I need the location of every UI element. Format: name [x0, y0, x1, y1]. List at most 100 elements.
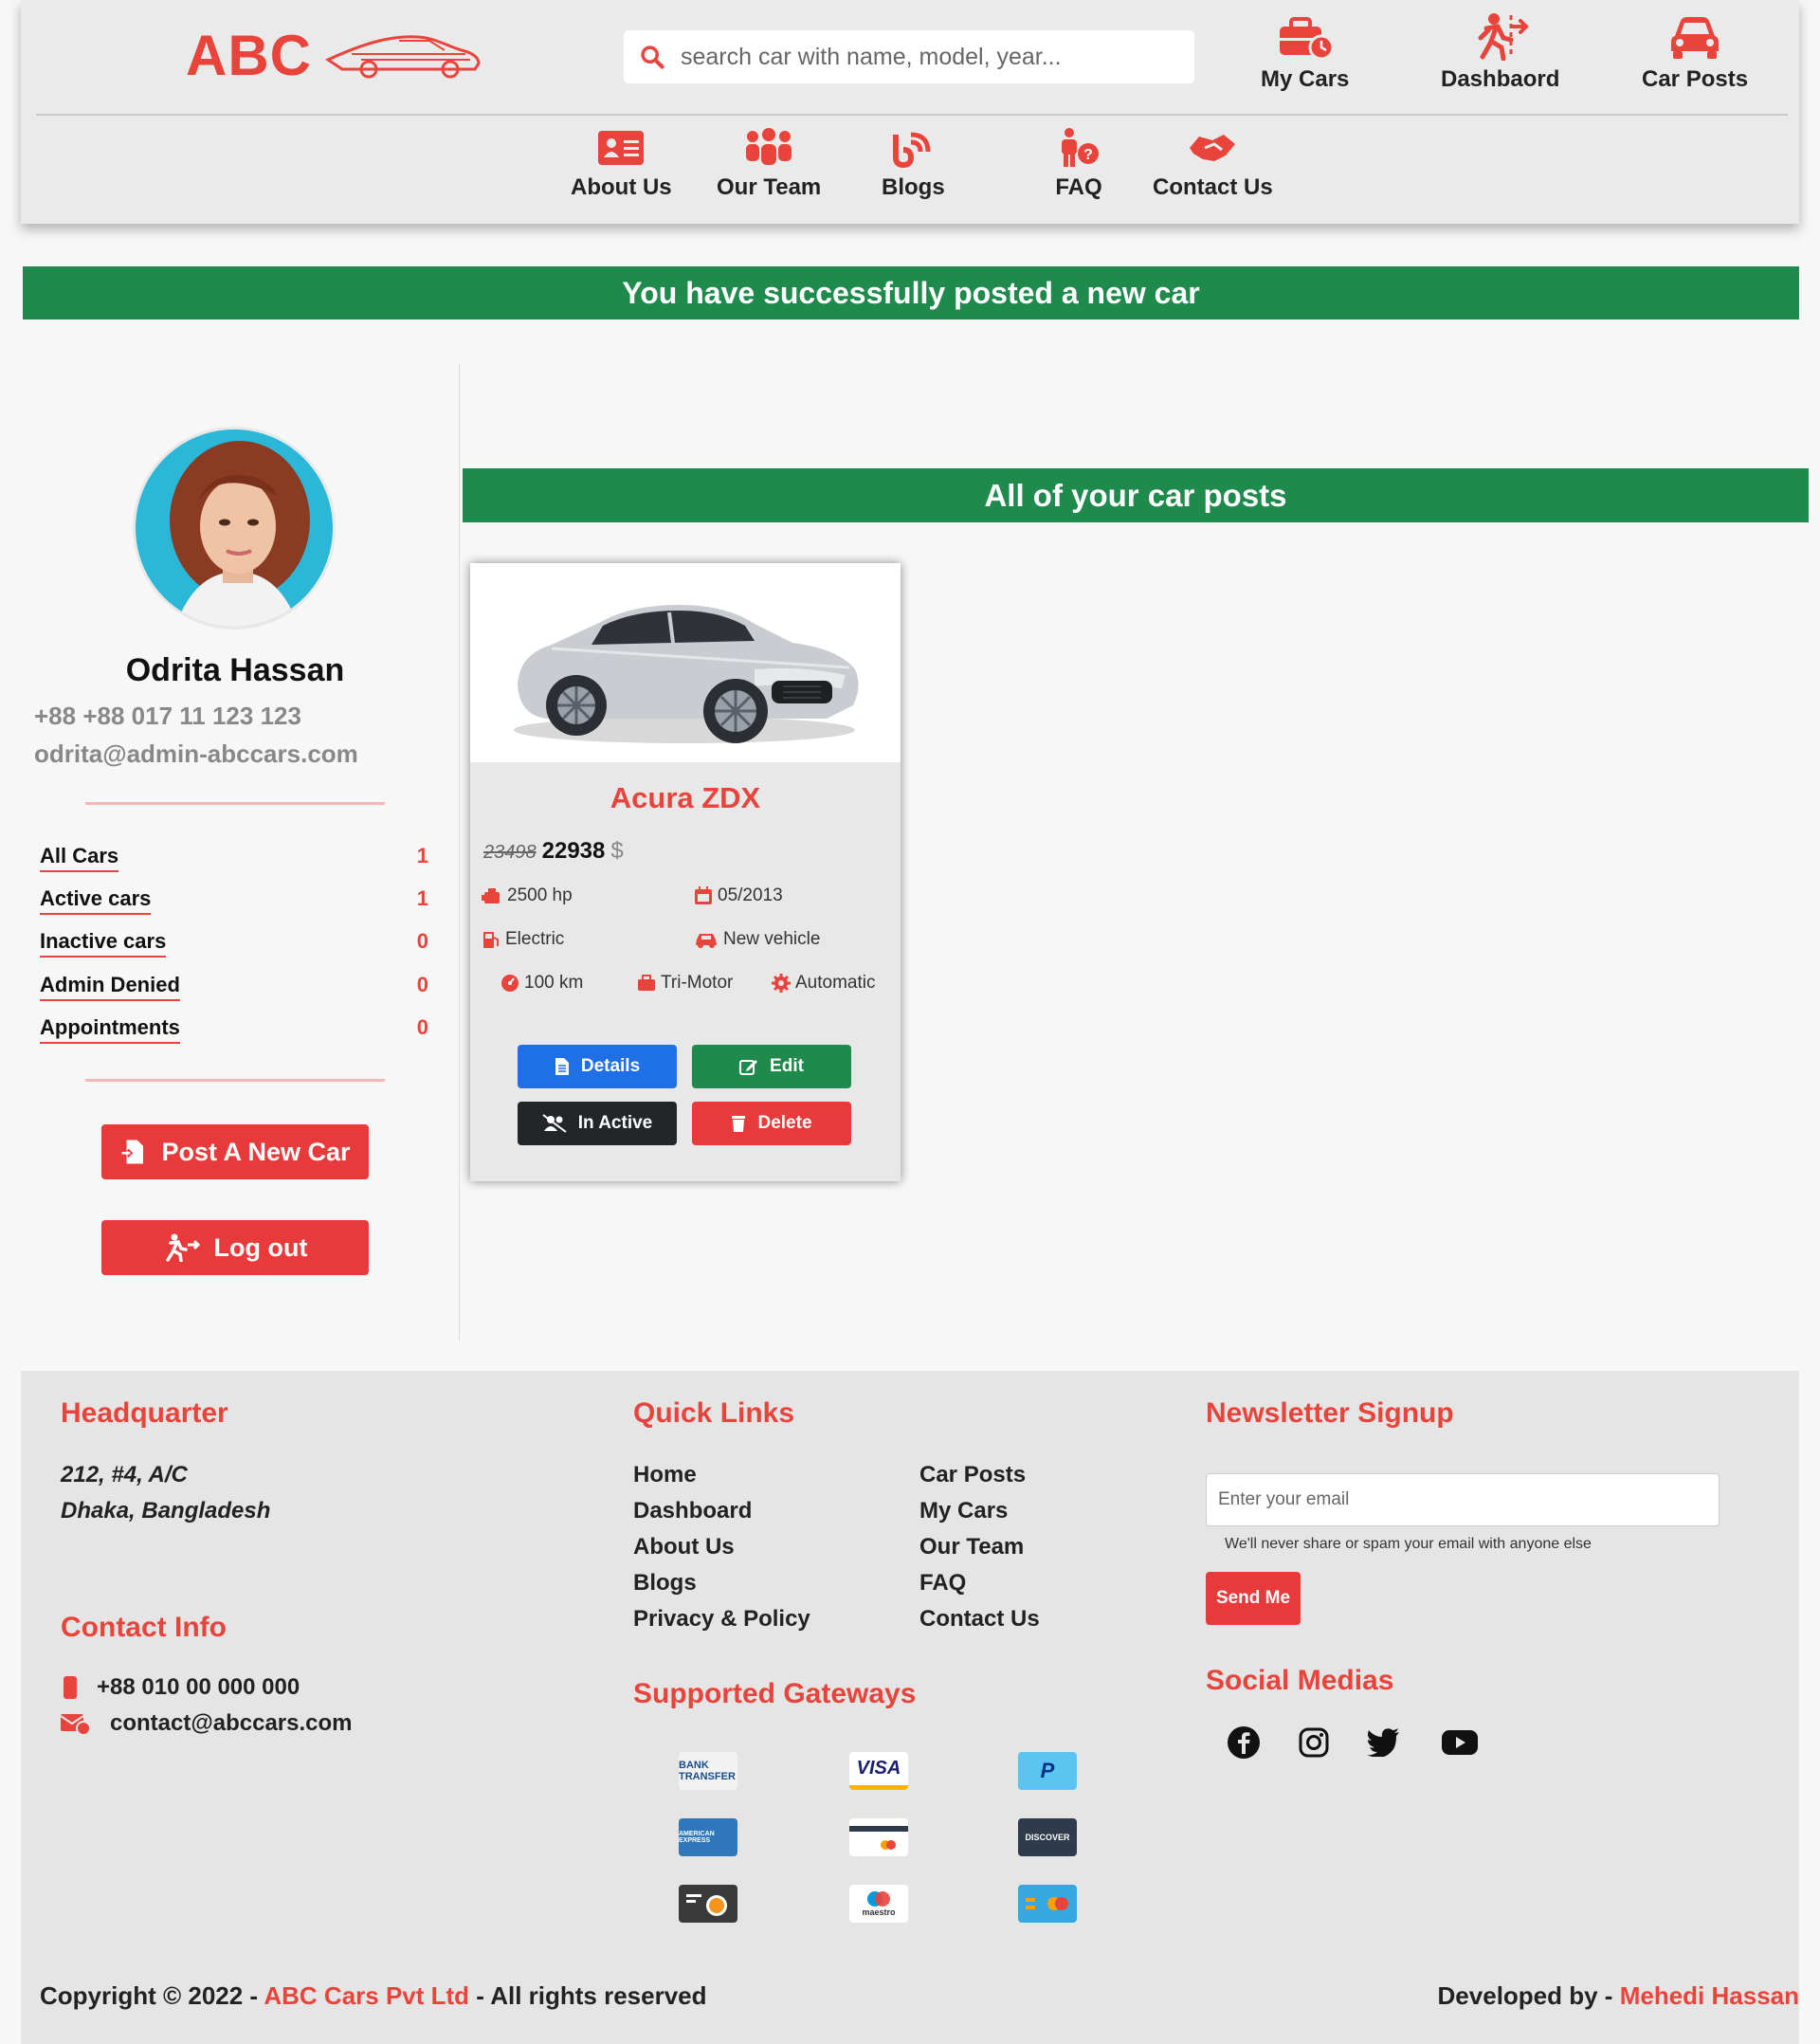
nav-label: FAQ: [1055, 174, 1102, 200]
car-title[interactable]: Acura ZDX: [470, 781, 901, 815]
person-exit-icon: [1478, 13, 1529, 61]
posts-banner: All of your car posts: [463, 468, 1809, 522]
mastercard-icon: [1018, 1885, 1077, 1923]
nav-contact-us[interactable]: Contact Us: [1153, 127, 1273, 201]
inactive-button[interactable]: In Active: [518, 1102, 677, 1145]
twitter-icon[interactable]: [1365, 1724, 1403, 1761]
spec-date: 05/2013: [694, 885, 783, 906]
handshake-icon: [1190, 135, 1236, 161]
footer-link-privacy[interactable]: Privacy & Policy: [633, 1606, 810, 1633]
nav-car-posts[interactable]: Car Posts: [1642, 11, 1748, 93]
quick-links-heading: Quick Links: [633, 1397, 795, 1429]
profile-phone: +88 +88 017 11 123 123: [34, 702, 301, 730]
logo-text: ABC: [186, 24, 312, 87]
contact-phone: +88 010 00 000 000: [61, 1674, 300, 1701]
spec-value: 100 km: [524, 973, 584, 993]
stat-row-all-cars: All Cars 1: [40, 844, 428, 872]
spec-value: 05/2013: [718, 885, 783, 905]
users-slash-icon: [542, 1114, 567, 1133]
nav-label: Dashbaord: [1441, 66, 1560, 92]
spec-value: Electric: [505, 929, 565, 949]
spec-motor: Tri-Motor: [637, 973, 733, 994]
stat-value: 0: [416, 973, 428, 996]
stat-link[interactable]: Active cars: [40, 886, 152, 915]
contact-email-text: contact@abccars.com: [110, 1710, 353, 1736]
brand-logo[interactable]: ABC: [186, 23, 484, 88]
facebook-icon[interactable]: [1225, 1724, 1263, 1761]
nav-label: Car Posts: [1642, 66, 1749, 92]
stat-row-active-cars: Active cars 1: [40, 886, 428, 915]
nav-label: Contact Us: [1153, 174, 1273, 200]
copyright-prefix: Copyright © 2022 -: [40, 1981, 259, 2010]
footer-link-our-team[interactable]: Our Team: [919, 1534, 1024, 1560]
nav-faq[interactable]: ? FAQ: [1054, 127, 1103, 201]
maestro-icon: maestro: [849, 1885, 908, 1923]
briefcase-clock-icon: [1279, 17, 1335, 61]
send-me-button[interactable]: Send Me: [1206, 1572, 1301, 1625]
logout-button[interactable]: Log out: [101, 1220, 369, 1275]
spec-value: Tri-Motor: [661, 973, 734, 993]
footer-link-faq[interactable]: FAQ: [919, 1570, 966, 1597]
site-header: ABC My Cars Dashbaord: [21, 0, 1799, 224]
nav-label: Blogs: [882, 174, 945, 200]
car-post-card: Acura ZDX 23498 22938 $ 2500 hp 05/2013 …: [470, 563, 901, 1181]
newsletter-heading: Newsletter Signup: [1206, 1397, 1454, 1429]
copyright: Copyright © 2022 - ABC Cars Pvt Ltd - Al…: [40, 1981, 707, 2011]
newsletter-note: We'll never share or spam your email wit…: [1225, 1536, 1592, 1552]
nav-blogs[interactable]: Blogs: [882, 127, 945, 201]
stat-row-inactive-cars: Inactive cars 0: [40, 929, 428, 958]
avatar-image: [136, 429, 333, 627]
search-input[interactable]: [681, 43, 1174, 71]
stat-link[interactable]: Inactive cars: [40, 929, 167, 958]
currency: $: [610, 838, 624, 864]
footer-link-my-cars[interactable]: My Cars: [919, 1498, 1008, 1524]
nav-our-team[interactable]: Our Team: [717, 127, 821, 201]
details-button[interactable]: Details: [518, 1045, 677, 1088]
spec-value: Automatic: [795, 973, 876, 993]
toolbox-icon: [638, 975, 655, 991]
edit-button[interactable]: Edit: [692, 1045, 851, 1088]
youtube-icon[interactable]: [1441, 1724, 1479, 1761]
footer-link-contact-us[interactable]: Contact Us: [919, 1606, 1040, 1633]
old-price: 23498: [483, 842, 537, 863]
nav-label: Our Team: [717, 174, 822, 200]
car-icon: [1671, 17, 1720, 59]
team-icon: [746, 128, 792, 165]
visa-icon: VISA: [849, 1752, 908, 1790]
stat-value: 1: [416, 844, 428, 867]
company-link[interactable]: ABC Cars Pvt Ltd: [264, 1981, 469, 2010]
person-exit-icon: [165, 1233, 200, 1262]
button-label: Details: [580, 1056, 641, 1076]
newsletter-email-input[interactable]: [1206, 1473, 1720, 1526]
instagram-icon[interactable]: [1295, 1724, 1333, 1761]
nav-my-cars[interactable]: My Cars: [1261, 11, 1349, 93]
profile-email: odrita@admin-abccars.com: [34, 739, 358, 768]
discover-icon: DISCOVER: [1018, 1818, 1077, 1856]
bank-transfer-icon: BANK TRANSFER: [679, 1752, 737, 1790]
edit-icon: [739, 1060, 758, 1075]
search-icon[interactable]: [624, 44, 681, 70]
person-question-icon: ?: [1062, 128, 1099, 167]
stat-link[interactable]: Appointments: [40, 1015, 180, 1044]
footer-link-car-posts[interactable]: Car Posts: [919, 1462, 1026, 1488]
footer-link-blogs[interactable]: Blogs: [633, 1570, 697, 1597]
developer-link[interactable]: Mehedi Hassan: [1620, 1981, 1799, 2010]
nav-about-us[interactable]: About Us: [571, 127, 672, 201]
footer-link-about-us[interactable]: About Us: [633, 1534, 735, 1560]
delete-button[interactable]: Delete: [692, 1102, 851, 1145]
stat-link[interactable]: All Cars: [40, 844, 119, 872]
contact-phone-text: +88 010 00 000 000: [97, 1674, 300, 1700]
speedometer-icon: [501, 975, 519, 992]
divider: [85, 802, 385, 805]
post-new-car-button[interactable]: Post A New Car: [101, 1124, 369, 1179]
footer-link-dashboard[interactable]: Dashboard: [633, 1498, 752, 1524]
footer-link-home[interactable]: Home: [633, 1462, 697, 1488]
stat-link[interactable]: Admin Denied: [40, 973, 180, 1001]
avatar: [133, 427, 336, 630]
car-image[interactable]: [470, 563, 901, 762]
nav-dashboard[interactable]: Dashbaord: [1441, 11, 1559, 93]
gateways-heading: Supported Gateways: [633, 1678, 917, 1709]
nav-label: My Cars: [1261, 66, 1350, 92]
spec-condition: New vehicle: [694, 929, 820, 950]
button-label: In Active: [577, 1113, 653, 1133]
